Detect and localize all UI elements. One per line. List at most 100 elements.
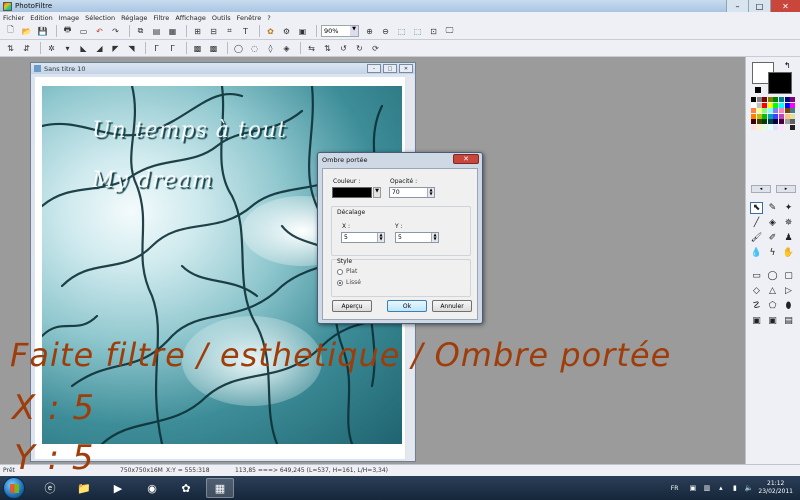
brush-tool-icon[interactable]: 🖌	[750, 232, 763, 244]
crop-icon[interactable]: ⌗	[223, 25, 236, 38]
ie-taskbar-icon[interactable]: ⓔ	[36, 478, 64, 498]
chevron-down-icon[interactable]: ▼	[350, 26, 358, 36]
menu-edition[interactable]: Edition	[30, 14, 53, 22]
color-swatch[interactable]	[762, 102, 768, 108]
triangle-shape-icon[interactable]: △	[766, 285, 779, 297]
color-swatch[interactable]	[762, 124, 768, 130]
photofiltre-taskbar-icon[interactable]: ▦	[206, 478, 234, 498]
color-swatch[interactable]	[756, 113, 762, 119]
color-swatch[interactable]	[778, 119, 784, 125]
color-swatch[interactable]	[790, 97, 796, 102]
fill-tool-icon[interactable]: ◈	[766, 217, 779, 229]
palette-next-icon[interactable]: ▸	[776, 185, 796, 193]
doc-maximize-icon[interactable]: □	[383, 64, 397, 73]
color-swatch[interactable]	[751, 97, 756, 102]
color-grid[interactable]	[751, 97, 796, 130]
color-swatch[interactable]	[767, 102, 773, 108]
language-indicator[interactable]: FR	[671, 485, 679, 492]
color-swatch[interactable]	[778, 113, 784, 119]
scan-icon[interactable]: ▭	[77, 25, 90, 38]
monitor-icon[interactable]: 🖵	[443, 25, 456, 38]
color-swatch[interactable]	[773, 119, 779, 125]
rotate-180-icon[interactable]: ⟳	[369, 42, 382, 55]
tray-app-icon[interactable]: ▣	[688, 484, 697, 493]
hand-tool-icon[interactable]: ✋	[782, 247, 795, 259]
color-swatch[interactable]	[784, 102, 790, 108]
color-swatch[interactable]	[773, 97, 779, 102]
color-swatch[interactable]	[751, 124, 756, 130]
grayscale-icon[interactable]: ▩	[191, 42, 204, 55]
sharpen-icon[interactable]: ◊	[264, 42, 277, 55]
color-swatch[interactable]	[762, 108, 768, 114]
minimize-icon[interactable]: –	[726, 0, 748, 12]
color-swatch[interactable]	[762, 119, 768, 125]
paste-icon[interactable]: ▤	[150, 25, 163, 38]
actual-size-icon[interactable]: ⬚	[395, 25, 408, 38]
brightness-plus-icon[interactable]: ✲	[45, 42, 58, 55]
arrow-shape-icon[interactable]: ▷	[782, 285, 795, 297]
zoom-select[interactable]: 90% ▼	[321, 25, 359, 37]
color-swatch[interactable]	[784, 108, 790, 114]
color-swatch[interactable]	[751, 102, 756, 108]
document-titlebar[interactable]: Sans titre 10 – □ ✕	[31, 63, 415, 74]
pointer-tool-icon[interactable]: ⬉	[750, 202, 763, 214]
text-icon[interactable]: T	[239, 25, 252, 38]
color-swatch[interactable]	[751, 119, 756, 125]
doc-minimize-icon[interactable]: –	[367, 64, 381, 73]
sepia-icon[interactable]: ▩	[207, 42, 220, 55]
color-swatch[interactable]	[778, 102, 784, 108]
blur-drop-tool-icon[interactable]: 💧	[750, 247, 763, 259]
y-offset-spinner[interactable]: 5 ▲ ▼	[395, 232, 439, 243]
save-icon[interactable]: 💾	[36, 25, 49, 38]
color-swatch[interactable]	[756, 108, 762, 114]
messenger-taskbar-icon[interactable]: ✿	[172, 478, 200, 498]
soften-icon[interactable]: ◌	[248, 42, 261, 55]
menu-help[interactable]: ?	[267, 14, 270, 22]
background-color-swatch[interactable]	[768, 72, 792, 94]
blur-icon[interactable]: ◯	[232, 42, 245, 55]
menu-affichage[interactable]: Affichage	[175, 14, 206, 22]
explorer-taskbar-icon[interactable]: 📁	[70, 478, 98, 498]
media-player-taskbar-icon[interactable]: ▶	[104, 478, 132, 498]
color-swatch[interactable]	[790, 108, 796, 114]
rotate-right-icon[interactable]: ↻	[353, 42, 366, 55]
smudge-tool-icon[interactable]: ϟ	[766, 247, 779, 259]
saturation-minus-icon[interactable]: ◥	[125, 42, 138, 55]
spinner-arrows-icon[interactable]: ▲ ▼	[431, 233, 438, 242]
close-icon[interactable]: ✕	[453, 154, 479, 164]
x-offset-spinner[interactable]: 5 ▲ ▼	[341, 232, 385, 243]
color-swatch[interactable]	[767, 124, 773, 130]
flip-horizontal-icon[interactable]: ⇆	[305, 42, 318, 55]
diamond-shape-icon[interactable]: ◇	[750, 285, 763, 297]
color-swatch[interactable]	[762, 97, 768, 102]
opacity-spinner[interactable]: 70 ▲ ▼	[389, 187, 435, 198]
image-size-icon[interactable]: ⊞	[191, 25, 204, 38]
palette-icon[interactable]: ✿	[264, 25, 277, 38]
color-swatch[interactable]	[773, 108, 779, 114]
color-swatch[interactable]	[767, 113, 773, 119]
ellipse-shape-icon[interactable]: ◯	[766, 270, 779, 282]
menu-image[interactable]: Image	[59, 14, 79, 22]
color-swatch[interactable]	[784, 119, 790, 125]
ok-button[interactable]: Ok	[387, 300, 427, 312]
color-swatch[interactable]	[762, 113, 768, 119]
selection-option-icon[interactable]: ▤	[782, 315, 795, 327]
advanced-brush-tool-icon[interactable]: ✐	[766, 232, 779, 244]
zoom-out-icon[interactable]: ⊖	[379, 25, 392, 38]
magnetic-lasso-icon[interactable]: ⬮	[782, 300, 795, 312]
style-smooth-radio[interactable]: Lissé	[337, 279, 361, 286]
clock[interactable]: 21:12 23/02/2011	[758, 480, 793, 496]
fullscreen-icon[interactable]: ⊡	[427, 25, 440, 38]
spinner-arrows-icon[interactable]: ▲ ▼	[377, 233, 384, 242]
gamma-minus-icon[interactable]: Γ	[166, 42, 179, 55]
style-flat-radio[interactable]: Plat	[337, 268, 357, 275]
color-swatch[interactable]	[767, 97, 773, 102]
color-swatch[interactable]	[773, 124, 779, 130]
color-swatch[interactable]	[767, 119, 773, 125]
copy-icon[interactable]: ⧉	[134, 25, 147, 38]
color-swatch[interactable]	[756, 124, 762, 130]
canvas-size-icon[interactable]: ⊟	[207, 25, 220, 38]
brightness-minus-icon[interactable]: ▾	[61, 42, 74, 55]
sharpen-more-icon[interactable]: ◈	[280, 42, 293, 55]
color-swatch[interactable]	[790, 119, 796, 125]
